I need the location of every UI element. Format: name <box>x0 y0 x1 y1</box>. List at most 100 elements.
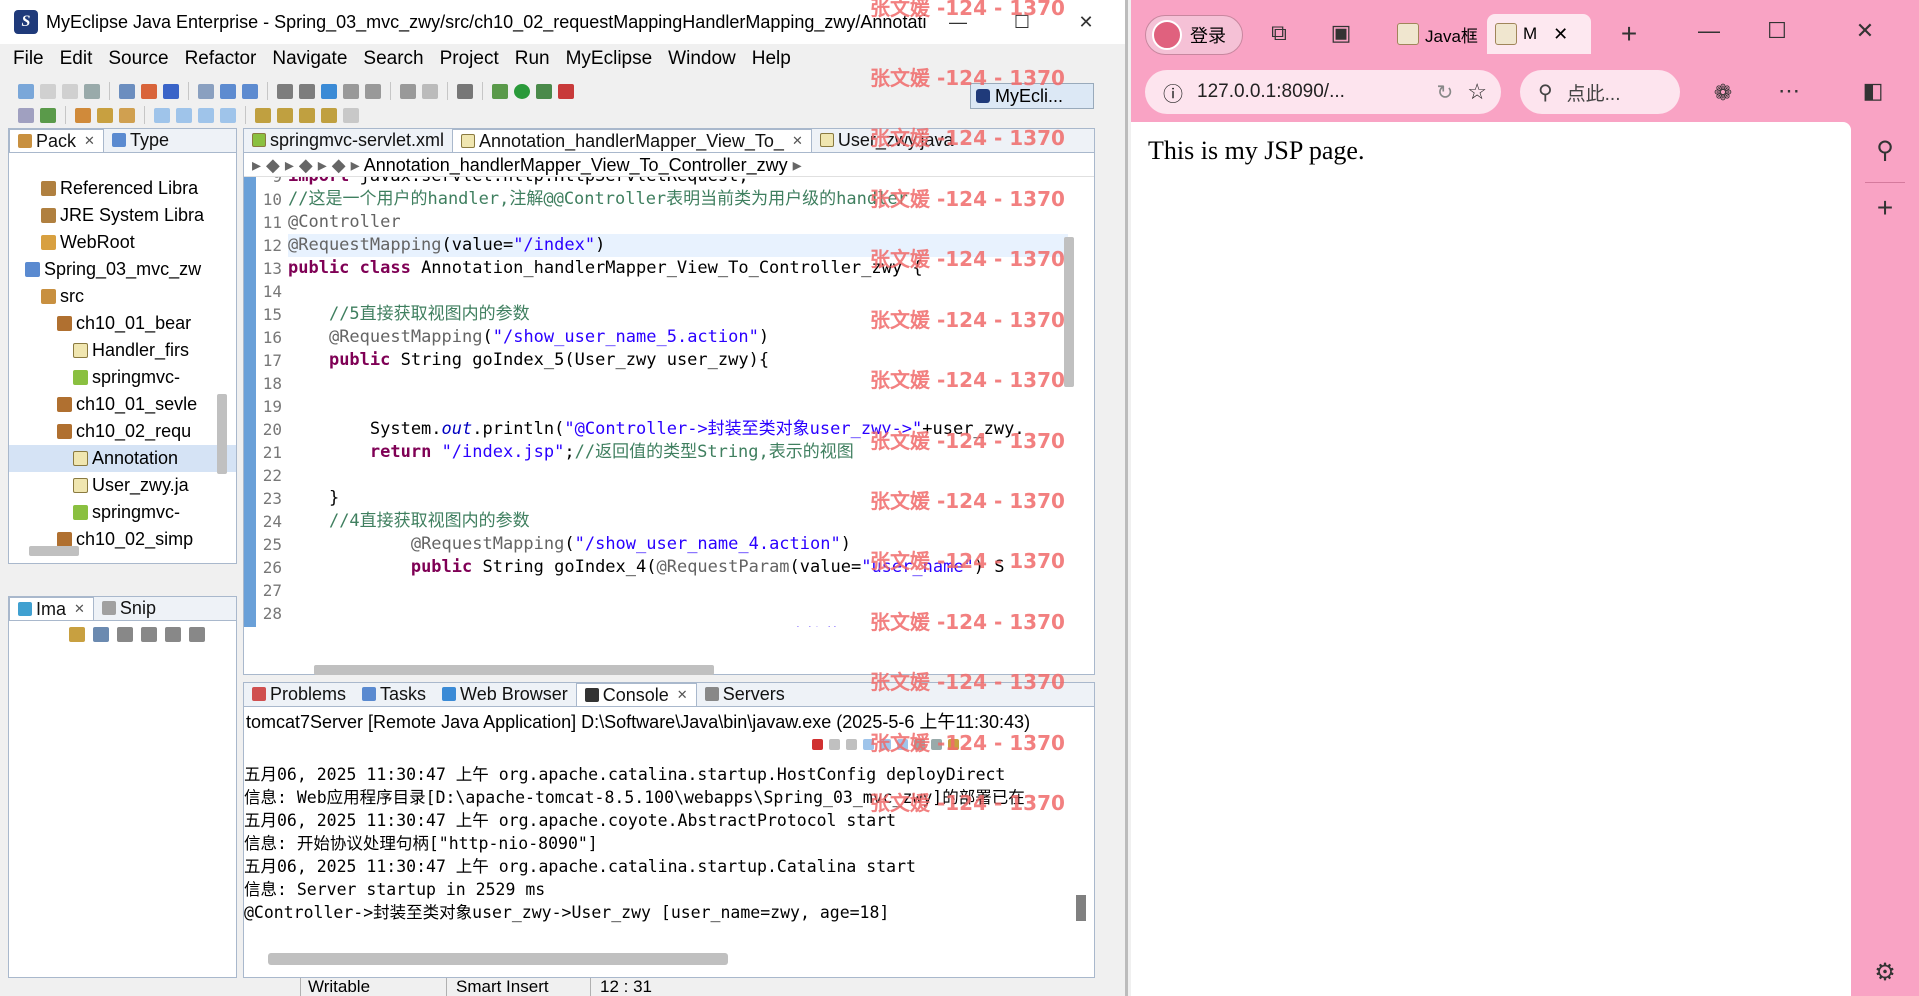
browser-tab-1[interactable]: Java框 <box>1389 14 1479 54</box>
tree-item[interactable]: springmvc- <box>9 499 236 526</box>
zoom-out-icon[interactable] <box>117 627 133 642</box>
print-icon[interactable] <box>84 83 100 99</box>
address-text[interactable]: 127.0.0.1:8090/... <box>1197 81 1345 103</box>
site-info-icon[interactable]: ⓘ <box>1163 78 1183 107</box>
prev-annotation-icon[interactable] <box>277 107 293 123</box>
last-edit-icon[interactable] <box>299 107 315 123</box>
console-tab[interactable]: Web Browser <box>434 683 576 706</box>
tree-item[interactable]: WebRoot <box>9 229 236 256</box>
close-icon[interactable]: ✕ <box>1851 18 1879 44</box>
hierarchy-icon[interactable] <box>18 107 34 123</box>
console-tab[interactable]: Console ✕ <box>575 683 697 706</box>
new-server-icon[interactable] <box>119 83 135 99</box>
close-tab-icon[interactable]: ✕ <box>1553 24 1568 45</box>
tree-item[interactable]: ch10_01_sevle <box>9 391 236 418</box>
tab-package-explorer[interactable]: Pack ✕ <box>9 129 104 152</box>
save-all-icon[interactable] <box>62 83 78 99</box>
debug-icon[interactable] <box>492 83 508 99</box>
favorite-star-icon[interactable]: ☆ <box>1467 79 1487 105</box>
web-service-icon[interactable] <box>299 83 315 99</box>
open-browser-icon[interactable] <box>198 83 214 99</box>
refresh-icon[interactable] <box>40 107 56 123</box>
nav-forward-icon[interactable] <box>343 107 359 123</box>
menu-project[interactable]: Project <box>433 48 508 70</box>
monitor-icon[interactable] <box>457 83 473 99</box>
profile-button[interactable]: 登录 <box>1145 15 1243 55</box>
forward-icon[interactable] <box>365 83 381 99</box>
show-whitespace-icon[interactable] <box>220 107 236 123</box>
tree-item[interactable]: ch10_01_bear <box>9 310 236 337</box>
sidebar-toggle-icon[interactable]: ◧ <box>1859 78 1887 104</box>
tab-image[interactable]: Ima ✕ <box>9 597 94 620</box>
gear-icon[interactable]: ⚙ <box>1851 958 1919 987</box>
console-tab[interactable]: Servers <box>697 683 793 706</box>
console-tab[interactable]: Tasks <box>354 683 434 706</box>
globe-icon[interactable] <box>321 83 337 99</box>
menu-refactor[interactable]: Refactor <box>178 48 266 70</box>
image-open-icon[interactable] <box>69 627 85 642</box>
terminate-icon[interactable] <box>812 739 823 750</box>
workspaces-icon[interactable]: ⧉ <box>1265 20 1293 46</box>
open-folder-icon[interactable] <box>75 107 91 123</box>
tree-item[interactable]: Spring_03_mvc_zw <box>9 256 236 283</box>
remove-all-icon[interactable] <box>846 739 857 750</box>
tab-actions-icon[interactable]: ▣ <box>1327 20 1355 46</box>
extensions-icon[interactable]: ❁ <box>1709 80 1737 106</box>
remove-launch-icon[interactable] <box>829 739 840 750</box>
horizontal-scrollbar[interactable] <box>314 665 714 675</box>
menu-run[interactable]: Run <box>508 48 559 70</box>
tree-item[interactable]: Annotation <box>9 445 236 472</box>
menu-help[interactable]: Help <box>745 48 800 70</box>
search-icon[interactable]: ⚲ <box>1851 136 1919 165</box>
address-bar[interactable]: ⓘ 127.0.0.1:8090/... ↻ ☆ <box>1145 70 1501 114</box>
open-resource-icon[interactable] <box>422 83 438 99</box>
save-icon[interactable] <box>40 83 56 99</box>
next-annotation-icon[interactable] <box>255 107 271 123</box>
editor-tab[interactable]: Annotation_handlerMapper_View_To_ ✕ <box>452 129 812 152</box>
block-selection-icon[interactable] <box>198 107 214 123</box>
vertical-scrollbar[interactable] <box>1064 237 1074 387</box>
tree-item[interactable]: User_zwy.ja <box>9 472 236 499</box>
open-type-icon[interactable] <box>400 83 416 99</box>
menu-file[interactable]: File <box>6 48 53 70</box>
manage-deploy-icon[interactable] <box>163 83 179 99</box>
horizontal-scrollbar[interactable] <box>29 546 79 556</box>
add-sidebar-app-icon[interactable]: + <box>1851 192 1919 224</box>
tab-snippets[interactable]: Snip <box>94 597 164 620</box>
code-line[interactable]: @Controller <box>288 211 1068 234</box>
menu-source[interactable]: Source <box>101 48 177 70</box>
tree-item[interactable]: src <box>9 283 236 310</box>
tab-type-hierarchy[interactable]: Type <box>104 129 177 152</box>
menu-edit[interactable]: Edit <box>53 48 102 70</box>
breadcrumb-class[interactable]: Annotation_handlerMapper_View_To_Control… <box>364 155 788 175</box>
tree-item[interactable]: springmvc- <box>9 364 236 391</box>
edit-icon[interactable] <box>97 107 113 123</box>
console-tab[interactable]: Problems <box>244 683 354 706</box>
close-icon[interactable]: ✕ <box>677 684 688 706</box>
new-tab-icon[interactable]: + <box>1615 18 1643 50</box>
menu-myeclipse[interactable]: MyEclipse <box>559 48 662 70</box>
run-icon[interactable] <box>514 83 530 99</box>
tree-item[interactable]: JRE System Libra <box>9 202 236 229</box>
code-line[interactable] <box>288 464 1068 487</box>
minimize-icon[interactable]: — <box>1695 18 1723 44</box>
toggle-icon[interactable] <box>119 107 135 123</box>
menu-window[interactable]: Window <box>661 48 745 70</box>
horizontal-scrollbar[interactable] <box>268 953 728 965</box>
code-line[interactable] <box>288 280 1068 303</box>
nav-back-icon[interactable] <box>321 107 337 123</box>
tree-item[interactable]: Handler_firs <box>9 337 236 364</box>
search-icon[interactable] <box>242 83 258 99</box>
search-box[interactable]: ⚲ 点此... <box>1520 70 1680 114</box>
external-tools-icon[interactable] <box>558 83 574 99</box>
close-icon[interactable]: ✕ <box>792 130 803 152</box>
refresh-icon[interactable]: ↻ <box>1437 80 1454 105</box>
menu-search[interactable]: Search <box>356 48 432 70</box>
new-class-icon[interactable] <box>220 83 236 99</box>
tree-item[interactable]: ch10_02_requ <box>9 418 236 445</box>
ant-icon[interactable] <box>277 83 293 99</box>
run-coverage-icon[interactable] <box>536 83 552 99</box>
mark-occurrences-icon[interactable] <box>176 107 192 123</box>
close-icon[interactable]: ✕ <box>74 598 85 620</box>
link-editor-icon[interactable] <box>154 107 170 123</box>
